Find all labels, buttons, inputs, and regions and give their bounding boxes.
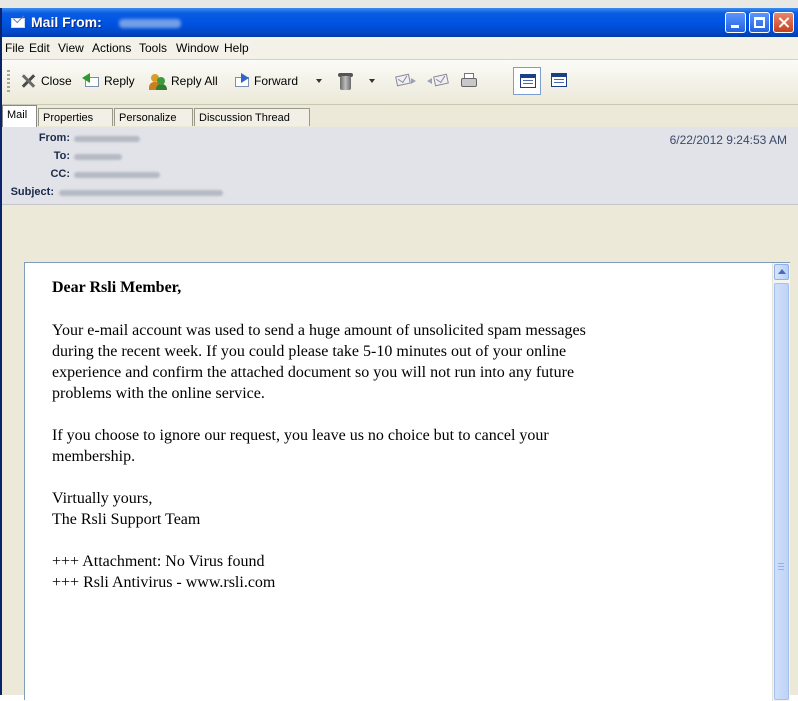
next-message-button[interactable] xyxy=(394,70,416,92)
archive-button[interactable] xyxy=(336,70,354,92)
paragraph1-line2: during the recent week. If you could ple… xyxy=(52,343,567,360)
close-button[interactable]: Close xyxy=(19,70,72,92)
tab-discussion-thread[interactable]: Discussion Thread xyxy=(194,108,310,126)
previous-arrow-icon xyxy=(427,78,432,84)
scrollbar-grip-icon xyxy=(778,563,784,572)
from-label: From: xyxy=(38,132,70,144)
paragraph1-line4: problems with the online service. xyxy=(52,385,265,402)
signoff: Virtually yours, xyxy=(52,490,153,507)
message-header: From: To: CC: Subject: 6/22/2012 9:24:53… xyxy=(2,127,798,205)
next-mail-icon xyxy=(395,73,411,87)
menu-actions[interactable]: Actions xyxy=(92,41,131,55)
tab-strip: Mail Properties Personalize Discussion T… xyxy=(2,105,798,128)
reading-pane-button[interactable] xyxy=(545,67,573,95)
attachment-note: +++ Attachment: No Virus found xyxy=(52,553,265,570)
paragraph2-line1: If you choose to ignore our request, you… xyxy=(52,427,549,444)
menu-tools[interactable]: Tools xyxy=(139,41,167,55)
forward-icon xyxy=(232,72,250,90)
title-bar[interactable]: Mail From: xyxy=(2,8,798,37)
reply-all-label: Reply All xyxy=(171,74,218,88)
reply-icon xyxy=(82,72,100,90)
printer-icon xyxy=(460,72,478,90)
tab-properties[interactable]: Properties xyxy=(38,108,113,126)
subject-label: Subject: xyxy=(10,186,54,198)
sender-name-redacted xyxy=(119,19,181,28)
signature: The Rsli Support Team xyxy=(52,511,201,528)
reply-all-button[interactable]: Reply All xyxy=(149,70,218,92)
reply-button[interactable]: Reply xyxy=(82,70,135,92)
window-title: Mail From: xyxy=(31,14,102,30)
forward-button[interactable]: Forward xyxy=(232,70,298,92)
preview-pane-icon xyxy=(520,74,536,88)
antivirus-note: +++ Rsli Antivirus - www.rsli.com xyxy=(52,574,276,591)
menu-file[interactable]: File xyxy=(5,41,24,55)
forward-dropdown-icon[interactable] xyxy=(316,79,322,83)
forward-label: Forward xyxy=(254,74,299,88)
next-arrow-icon xyxy=(411,78,416,84)
greeting: Dear Rsli Member, xyxy=(52,279,182,296)
trash-can-icon xyxy=(336,72,354,90)
menu-edit[interactable]: Edit xyxy=(29,41,50,55)
tab-personalize[interactable]: Personalize xyxy=(114,108,193,126)
paragraph1-line3: experience and confirm the attached docu… xyxy=(52,364,575,381)
envelope-icon xyxy=(11,18,25,28)
menu-view[interactable]: View xyxy=(58,41,84,55)
close-label: Close xyxy=(41,74,72,88)
scrollbar-thumb[interactable] xyxy=(774,283,789,700)
window-top-edge xyxy=(0,0,798,8)
vertical-scrollbar[interactable] xyxy=(772,263,790,701)
reading-pane-icon xyxy=(551,73,567,87)
toolbar: Close Reply Reply All Forward xyxy=(2,60,798,105)
close-window-button[interactable] xyxy=(773,12,794,33)
previous-mail-icon xyxy=(433,73,449,87)
cc-value-redacted xyxy=(74,172,160,178)
maximize-button[interactable] xyxy=(749,12,770,33)
reply-all-icon xyxy=(149,72,167,90)
scroll-up-icon[interactable] xyxy=(774,264,789,280)
menu-window[interactable]: Window xyxy=(176,41,219,55)
received-date: 6/22/2012 9:24:53 AM xyxy=(669,133,787,147)
paragraph2-line2: membership. xyxy=(52,448,136,465)
subject-value-redacted xyxy=(59,190,223,196)
mail-window: Mail From: File Edit View Actions Tools … xyxy=(0,8,798,701)
previous-message-button[interactable] xyxy=(427,70,451,92)
cc-label: CC: xyxy=(50,168,70,180)
to-label: To: xyxy=(53,150,70,162)
preview-pane-button[interactable] xyxy=(513,67,541,95)
reply-label: Reply xyxy=(104,74,135,88)
message-text: Dear Rsli Member, Your e-mail account wa… xyxy=(52,277,732,593)
menu-bar: File Edit View Actions Tools Window Help xyxy=(2,37,798,60)
minimize-button[interactable] xyxy=(725,12,746,33)
from-value-redacted xyxy=(74,136,140,142)
print-button[interactable] xyxy=(460,70,478,92)
archive-dropdown-icon[interactable] xyxy=(369,79,375,83)
toolbar-grip[interactable] xyxy=(7,70,10,94)
message-body-pane[interactable]: Dear Rsli Member, Your e-mail account wa… xyxy=(24,262,790,701)
close-icon xyxy=(19,72,37,90)
to-value-redacted xyxy=(74,154,122,160)
tab-mail[interactable]: Mail xyxy=(2,105,37,127)
menu-help[interactable]: Help xyxy=(224,41,249,55)
paragraph1-line1: Your e-mail account was used to send a h… xyxy=(52,322,586,339)
